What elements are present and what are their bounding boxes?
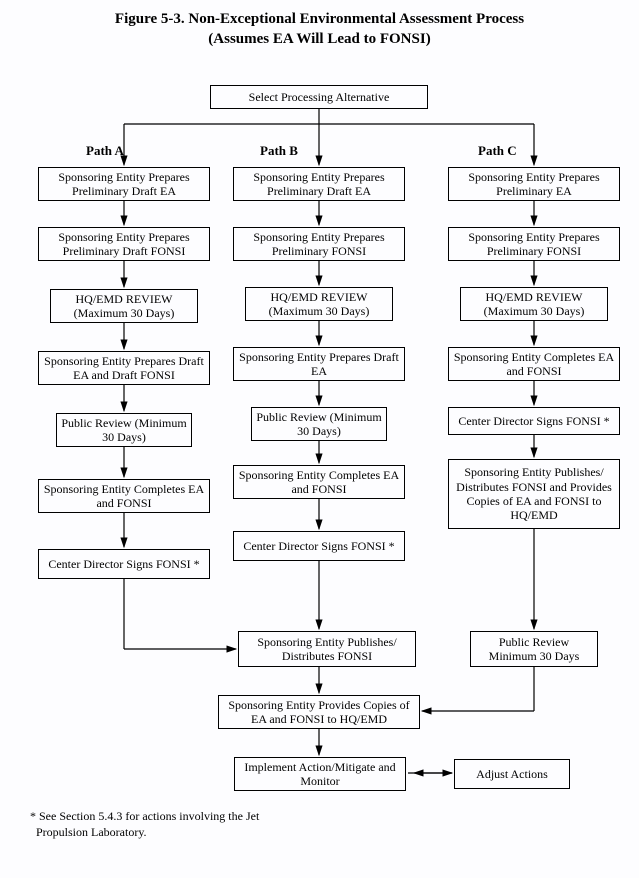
box-b6: Sponsoring Entity Completes EA and FONSI [233, 465, 405, 499]
box-a7: Center Director Signs FONSI * [38, 549, 210, 579]
footnote: * See Section 5.4.3 for actions involvin… [30, 809, 259, 840]
box-b4: Sponsoring Entity Prepares Draft EA [233, 347, 405, 381]
box-c2: Sponsoring Entity Prepares Preliminary F… [448, 227, 620, 261]
box-b9: Sponsoring Entity Provides Copies of EA … [218, 695, 420, 729]
footnote-line1: * See Section 5.4.3 for actions involvin… [30, 809, 259, 823]
path-b-label: Path B [260, 143, 298, 159]
box-a1: Sponsoring Entity Prepares Preliminary D… [38, 167, 210, 201]
box-b3: HQ/EMD REVIEW (Maximum 30 Days) [245, 287, 393, 321]
figure-title-line2: (Assumes EA Will Lead to FONSI) [208, 31, 430, 47]
path-c-label: Path C [478, 143, 517, 159]
path-a-label: Path A [86, 143, 124, 159]
box-b8: Sponsoring Entity Publishes/ Distributes… [238, 631, 416, 667]
box-c1: Sponsoring Entity Prepares Preliminary E… [448, 167, 620, 201]
box-b2: Sponsoring Entity Prepares Preliminary F… [233, 227, 405, 261]
flowchart-container: Select Processing Alternative Path A Pat… [0, 49, 639, 857]
box-select-alternative: Select Processing Alternative [210, 85, 428, 109]
box-c7: Public Review Minimum 30 Days [470, 631, 598, 667]
box-c5: Center Director Signs FONSI * [448, 407, 620, 435]
box-a3: HQ/EMD REVIEW (Maximum 30 Days) [50, 289, 198, 323]
box-a6: Sponsoring Entity Completes EA and FONSI [38, 479, 210, 513]
box-b1: Sponsoring Entity Prepares Preliminary D… [233, 167, 405, 201]
box-c4: Sponsoring Entity Completes EA and FONSI [448, 347, 620, 381]
box-a2: Sponsoring Entity Prepares Preliminary D… [38, 227, 210, 261]
box-b5: Public Review (Minimum 30 Days) [251, 407, 387, 441]
box-a4: Sponsoring Entity Prepares Draft EA and … [38, 351, 210, 385]
box-b7: Center Director Signs FONSI * [233, 531, 405, 561]
box-b10: Implement Action/Mitigate and Monitor [234, 757, 406, 791]
box-c3: HQ/EMD REVIEW (Maximum 30 Days) [460, 287, 608, 321]
footnote-line2: Propulsion Laboratory. [36, 825, 147, 839]
box-a5: Public Review (Minimum 30 Days) [56, 413, 192, 447]
box-c6: Sponsoring Entity Publishes/ Distributes… [448, 459, 620, 529]
figure-title-line1: Figure 5-3. Non-Exceptional Environmenta… [115, 11, 524, 27]
box-adjust-actions: Adjust Actions [454, 759, 570, 789]
